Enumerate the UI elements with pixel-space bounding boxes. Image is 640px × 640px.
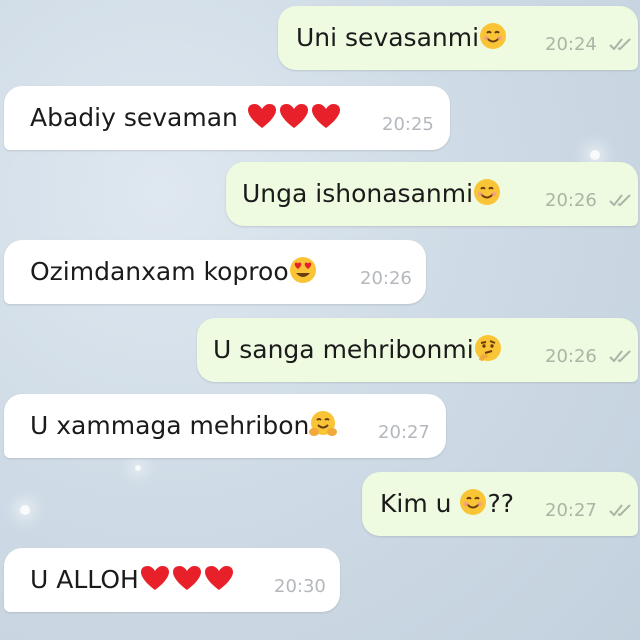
message-text: U xammaga mehribon (30, 411, 310, 440)
red-heart-icon (204, 566, 233, 590)
double-check-icon (609, 350, 631, 363)
incoming-message[interactable]: U xammaga mehribon 20:27 (4, 394, 446, 458)
message-time: 20:26 (545, 346, 597, 367)
message-time: 20:24 (545, 34, 597, 55)
outgoing-message[interactable]: Kim u ?? 20:27 (362, 472, 638, 536)
background-sparkle (135, 465, 141, 471)
message-text: U sanga mehribonmi (213, 335, 474, 364)
hugging-face-icon (309, 411, 338, 436)
message-time: 20:30 (274, 576, 326, 597)
outgoing-message[interactable]: U sanga mehribonmi 20:26 (197, 318, 638, 382)
background-sparkle (590, 150, 600, 160)
red-heart-icon (311, 104, 340, 128)
thinking-face-icon (474, 335, 501, 361)
message-text: U ALLOH (30, 565, 139, 594)
heart-eyes-icon (289, 257, 316, 283)
red-heart-icon (279, 104, 308, 128)
incoming-message[interactable]: U ALLOH 20:30 (4, 548, 340, 612)
double-check-icon (609, 194, 631, 207)
message-text: Abadiy sevaman (30, 103, 246, 132)
message-time: 20:26 (545, 190, 597, 211)
red-heart-icon (172, 566, 201, 590)
message-time: 20:25 (382, 114, 434, 135)
incoming-message[interactable]: Ozimdanxam koproo 20:26 (4, 240, 426, 304)
smiling-face-icon (460, 489, 487, 515)
message-text: Ozimdanxam koproo (30, 257, 289, 286)
message-text: Unga ishonasanmi (242, 179, 474, 208)
double-check-icon (609, 38, 631, 51)
smiling-face-icon (474, 179, 501, 205)
smiling-face-icon (480, 23, 507, 49)
message-time: 20:27 (545, 500, 597, 521)
background-sparkle (20, 505, 30, 515)
message-text: Kim u (380, 489, 460, 518)
message-time: 20:27 (378, 422, 430, 443)
incoming-message[interactable]: Abadiy sevaman 20:25 (4, 86, 450, 150)
message-text-suffix: ?? (487, 489, 514, 518)
outgoing-message[interactable]: Uni sevasanmi 20:24 (278, 6, 638, 70)
red-heart-icon (247, 104, 276, 128)
double-check-icon (609, 504, 631, 517)
message-time: 20:26 (360, 268, 412, 289)
message-text: Uni sevasanmi (296, 23, 480, 52)
outgoing-message[interactable]: Unga ishonasanmi 20:26 (226, 162, 638, 226)
red-heart-icon (140, 566, 169, 590)
